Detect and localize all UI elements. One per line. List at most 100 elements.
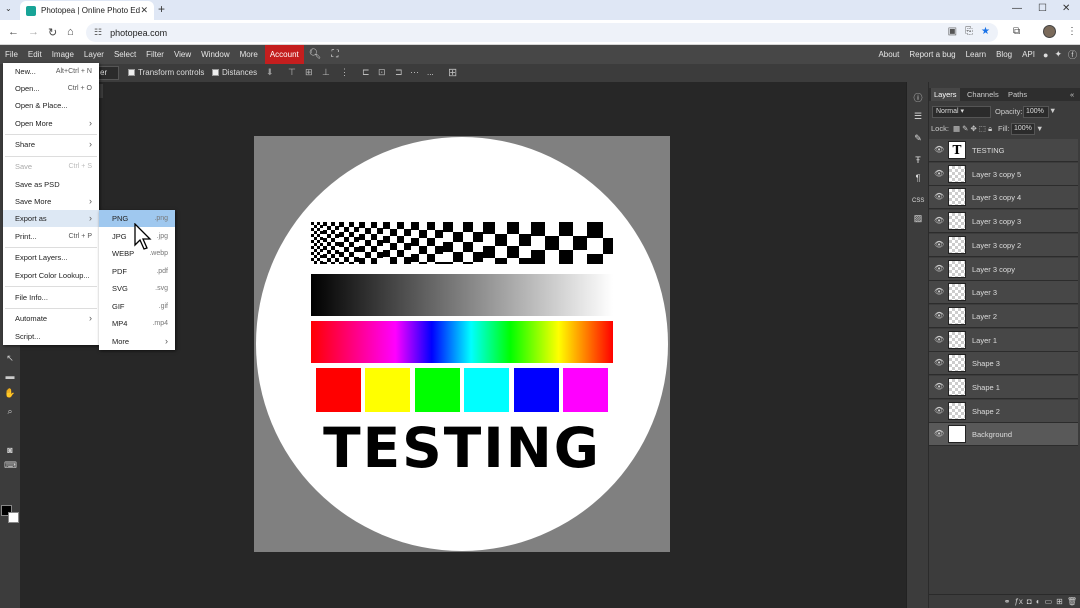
export-svg[interactable]: SVG .svg: [99, 280, 175, 297]
save-page-icon[interactable]: ▣: [948, 26, 957, 37]
auto-select-dropdown[interactable]: er: [97, 66, 119, 80]
file-share[interactable]: Share ›: [3, 136, 99, 153]
tab-layers[interactable]: Layers: [931, 88, 960, 101]
layer-row[interactable]: 👁︎ Layer 3 copy 2: [929, 233, 1078, 257]
fill-input[interactable]: 100%: [1011, 123, 1035, 135]
lock-icons[interactable]: ▦ ✎ ✥ ⬚ 🔒︎: [953, 124, 992, 134]
visibility-eye-icon[interactable]: 👁︎: [934, 169, 944, 178]
opacity-input[interactable]: 100%: [1023, 106, 1049, 118]
document-tab[interactable]: [99, 84, 103, 98]
address-bar[interactable]: ☷ photopea.com ▣ ⎘ ★: [86, 23, 998, 42]
site-info-icon[interactable]: ☷: [94, 27, 102, 38]
layer-row[interactable]: 👁︎ Layer 3 copy 3: [929, 210, 1078, 234]
align-top-icon[interactable]: ⊤: [288, 67, 296, 78]
minimize-icon[interactable]: —: [1012, 3, 1022, 14]
menu-select[interactable]: Select: [109, 45, 141, 64]
account-button[interactable]: Account: [264, 45, 304, 64]
download-align-icon[interactable]: ⬇: [266, 67, 274, 78]
zoom-tool-icon[interactable]: ⌕: [4, 405, 16, 417]
tab-close-icon[interactable]: ✕: [140, 5, 148, 16]
background-color-swatch[interactable]: [8, 512, 19, 523]
grid-icon[interactable]: ⊞: [448, 66, 457, 79]
css-icon[interactable]: CSS: [912, 195, 924, 207]
file-automate[interactable]: Automate ›: [3, 310, 99, 327]
more-options[interactable]: ...: [427, 68, 434, 77]
new-tab-button[interactable]: +: [158, 2, 165, 16]
export-more[interactable]: More ›: [99, 333, 175, 350]
align-right-icon[interactable]: ⊐: [395, 67, 403, 78]
link-layers-icon[interactable]: ⚭: [1004, 597, 1011, 606]
menu-file[interactable]: File: [0, 45, 23, 64]
layer-mask-icon[interactable]: ◘: [1027, 597, 1032, 606]
menu-layer[interactable]: Layer: [79, 45, 109, 64]
hand-tool-icon[interactable]: ✋: [4, 387, 16, 399]
tab-paths[interactable]: Paths: [1005, 88, 1030, 101]
character-icon[interactable]: Ŧ: [912, 154, 924, 166]
file-export-as[interactable]: Export as ›: [3, 210, 99, 227]
fill-dropdown-icon[interactable]: ▼: [1036, 124, 1043, 133]
facebook-icon[interactable]: ⓕ: [1065, 48, 1080, 61]
menu-image[interactable]: Image: [47, 45, 79, 64]
align-middle-icon[interactable]: ⊞: [305, 67, 313, 78]
visibility-eye-icon[interactable]: 👁︎: [934, 358, 944, 367]
about-link[interactable]: About: [873, 50, 904, 59]
rectangle-tool-icon[interactable]: ▬: [4, 370, 16, 382]
visibility-eye-icon[interactable]: 👁︎: [934, 240, 944, 249]
close-window-icon[interactable]: ✕: [1062, 3, 1070, 14]
twitter-icon[interactable]: ✦: [1051, 49, 1065, 60]
reload-icon[interactable]: ↻: [48, 26, 57, 39]
browser-menu-icon[interactable]: ⋮: [1067, 26, 1077, 37]
visibility-eye-icon[interactable]: 👁︎: [934, 406, 944, 415]
file-save-psd[interactable]: Save as PSD: [3, 176, 99, 193]
layer-row[interactable]: 👁︎ Shape 2: [929, 399, 1078, 423]
fullscreen-icon[interactable]: ⛶: [326, 49, 343, 60]
properties-icon[interactable]: ☰: [912, 110, 924, 122]
transform-controls-checkbox[interactable]: [128, 69, 135, 76]
paragraph-icon[interactable]: ¶: [912, 172, 924, 184]
export-mp4[interactable]: MP4 .mp4: [99, 315, 175, 332]
opacity-dropdown-icon[interactable]: ▼: [1049, 106, 1056, 115]
blend-mode-select[interactable]: Normal ▾: [932, 106, 991, 118]
group-folder-icon[interactable]: ▭: [1045, 597, 1053, 606]
file-open-place[interactable]: Open & Place...: [3, 97, 99, 114]
maximize-icon[interactable]: ☐: [1038, 3, 1047, 14]
file-info[interactable]: File Info...: [3, 289, 99, 306]
file-print[interactable]: Print... Ctrl + P: [3, 228, 99, 245]
align-center-icon[interactable]: ⊡: [378, 67, 386, 78]
menu-filter[interactable]: Filter: [141, 45, 169, 64]
visibility-eye-icon[interactable]: 👁︎: [934, 145, 944, 154]
visibility-eye-icon[interactable]: 👁︎: [934, 264, 944, 273]
tab-channels[interactable]: Channels: [964, 88, 1002, 101]
blog-link[interactable]: Blog: [991, 50, 1017, 59]
layer-row[interactable]: 👁︎ Layer 3 copy 5: [929, 162, 1078, 186]
info-icon[interactable]: ⓘ: [912, 92, 924, 104]
layer-row[interactable]: 👁︎ Layer 3 copy 4: [929, 186, 1078, 210]
cast-icon[interactable]: ⎘: [965, 26, 973, 37]
layer-row[interactable]: 👁︎ Shape 1: [929, 376, 1078, 399]
bookmark-star-icon[interactable]: ★: [981, 26, 990, 37]
visibility-eye-icon[interactable]: 👁︎: [934, 382, 944, 391]
export-pdf[interactable]: PDF .pdf: [99, 263, 175, 280]
visibility-eye-icon[interactable]: 👁︎: [934, 429, 944, 438]
file-save-more[interactable]: Save More ›: [3, 193, 99, 210]
brush-icon[interactable]: ✎: [912, 132, 924, 144]
distribute-v-icon[interactable]: ⋮: [340, 67, 349, 78]
file-open-more[interactable]: Open More ›: [3, 115, 99, 132]
quick-mask-icon[interactable]: ◙: [4, 444, 16, 456]
file-export-layers[interactable]: Export Layers...: [3, 249, 99, 266]
tab-search-icon[interactable]: ⌄: [5, 4, 15, 16]
visibility-eye-icon[interactable]: 👁︎: [934, 216, 944, 225]
delete-layer-icon[interactable]: 🗑︎: [1067, 597, 1077, 606]
layer-row[interactable]: 👁︎ Background: [929, 423, 1078, 447]
visibility-eye-icon[interactable]: 👁︎: [934, 287, 944, 296]
back-icon[interactable]: ←: [8, 26, 19, 38]
export-gif[interactable]: GIF .gif: [99, 298, 175, 315]
menu-view[interactable]: View: [169, 45, 196, 64]
visibility-eye-icon[interactable]: 👁︎: [934, 192, 944, 201]
layer-row[interactable]: 👁︎ T TESTING: [929, 139, 1078, 162]
adjustment-layer-icon[interactable]: ◐: [1036, 597, 1041, 606]
report-bug-link[interactable]: Report a bug: [904, 50, 960, 59]
home-icon[interactable]: ⌂: [67, 26, 74, 38]
file-new[interactable]: New... Alt+Ctrl + N: [3, 63, 99, 80]
layer-row[interactable]: 👁︎ Shape 3: [929, 352, 1078, 376]
